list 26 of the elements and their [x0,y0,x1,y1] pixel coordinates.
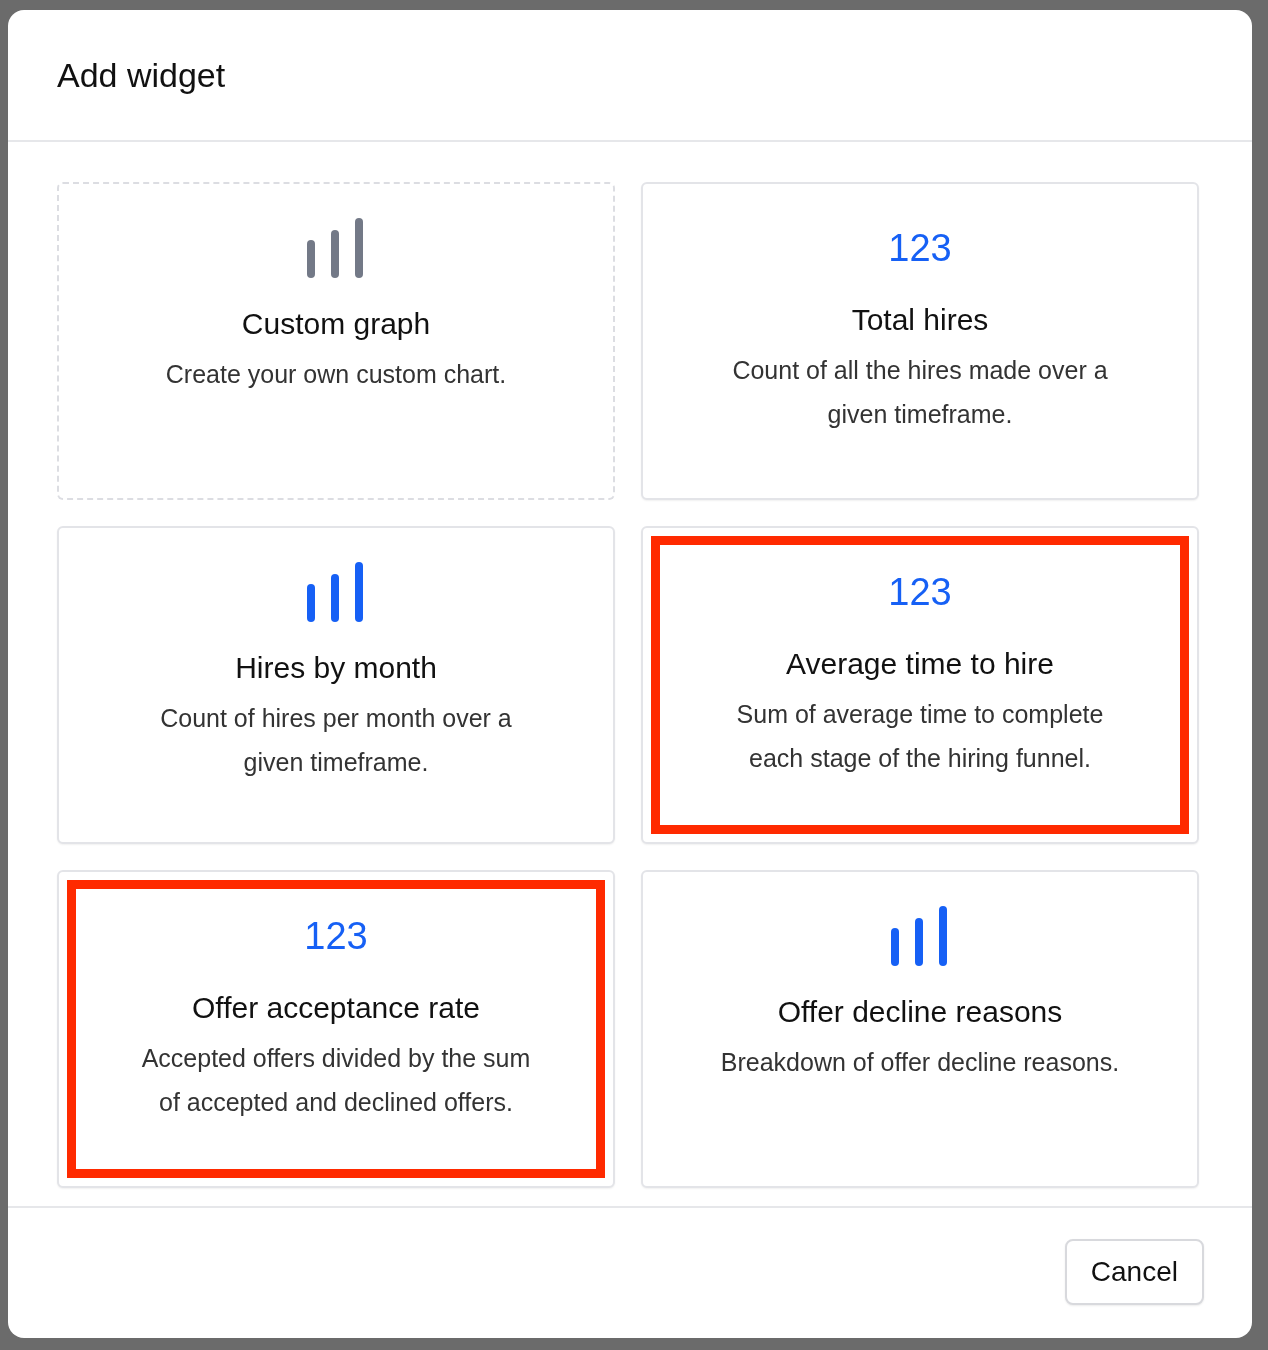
widget-title: Offer acceptance rate [192,990,480,1026]
widget-card[interactable]: Offer decline reasons Breakdown of offer decline reasons. [641,870,1199,1188]
widget-title: Average time to hire [786,646,1054,682]
widget-card[interactable]: 123 Offer acceptance rate Accepted offers divided by the sum of accepted and declined offers. [57,870,615,1188]
number-icon: 123 [888,226,952,270]
number-icon: 123 [304,914,368,958]
widget-card[interactable]: 123 Total hires Count of all the hires made over a given timeframe. [641,182,1199,500]
widget-description: Sum of average time to complete each stage of the hiring funnel. [735,699,1105,774]
widget-card[interactable]: 123 Average time to hire Sum of average time to complete each stage of the hiring funnel. [641,526,1199,844]
cancel-button[interactable]: Cancel [1064,1239,1204,1305]
dialog-title: Add widget [57,54,226,96]
bar-chart-icon [306,218,366,280]
number-icon: 123 [888,570,952,614]
widget-card[interactable]: Hires by month Count of hires per month over a given timeframe. [57,526,615,844]
widget-title: Offer decline reasons [777,994,1063,1030]
bar-chart-icon [306,562,366,624]
bar-chart-icon [890,906,950,968]
widget-description: Breakdown of offer decline reasons. [720,1047,1120,1078]
widget-title: Total hires [851,302,989,338]
widget-title: Custom graph [241,306,431,342]
widget-description: Create your own custom chart. [165,359,507,390]
widget-description: Accepted offers divided by the sum of accepted and declined offers. [140,1043,532,1118]
widget-description: Count of all the hires made over a given timeframe. [731,355,1109,430]
widget-description: Count of hires per month over a given timeframe. [159,703,513,778]
widget-title: Hires by month [235,650,437,686]
widget-card[interactable]: Custom graph Create your own custom chart. [57,182,615,500]
